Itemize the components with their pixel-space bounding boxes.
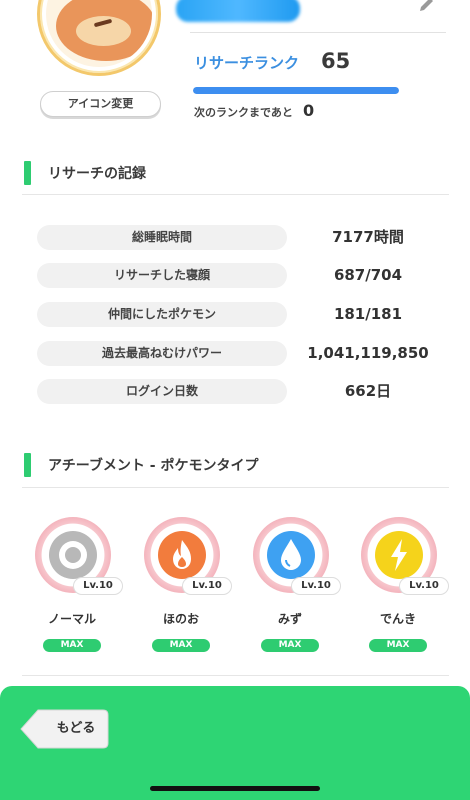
back-button-label: もどる [56,721,96,736]
stat-value: 181/181 [333,305,403,323]
stat-row: リサーチした寝顔 687/704 [37,263,449,288]
badge-level: Lv.10 [73,577,123,595]
player-name-redacted [176,0,300,22]
electric-type-icon [374,530,424,580]
badge-level: Lv.10 [182,577,232,595]
stat-value: 662日 [344,382,392,400]
research-rank-label: リサーチランク [194,54,300,72]
stat-label: 過去最高ねむけパワー [37,341,287,366]
header-divider [190,32,446,33]
stat-row: 仲間にしたポケモン 181/181 [37,302,449,327]
badge-max-tag: MAX [369,639,427,652]
section-divider [22,675,449,676]
home-indicator [150,786,320,791]
fire-type-icon [157,530,207,580]
stat-label: リサーチした寝顔 [37,263,287,288]
rank-progress-fill [193,87,399,94]
badge-name: みず [277,612,302,626]
section-divider [22,194,449,195]
achievement-heading: アチーブメント - ポケモンタイプ [24,453,258,477]
badge-max-tag: MAX [152,639,210,652]
stat-row: ログイン日数 662日 [37,379,449,404]
icon-change-button[interactable]: アイコン変更 [40,91,161,117]
stat-value: 1,041,119,850 [307,344,429,362]
stat-row: 総睡眠時間 7177時間 [37,225,449,250]
water-type-icon [266,530,316,580]
stat-value: 7177時間 [332,228,404,246]
badge-level: Lv.10 [399,577,449,595]
research-rank-value: 65 [321,49,351,73]
stat-label: ログイン日数 [37,379,287,404]
section-divider [22,487,449,488]
next-rank-value: 0 [303,101,315,120]
badge-max-tag: MAX [43,639,101,652]
badge-max-tag: MAX [261,639,319,652]
stat-value: 687/704 [333,266,403,284]
stat-row: 過去最高ねむけパワー 1,041,119,850 [37,341,449,366]
edit-pencil-icon[interactable] [417,0,437,14]
badge-name: ノーマル [47,612,96,626]
badge-name: でんき [379,612,416,626]
research-record-heading: リサーチの記録 [24,161,146,185]
badge-level: Lv.10 [291,577,341,595]
achievement-title: アチーブメント - ポケモンタイプ [48,458,259,474]
avatar-image [46,0,152,67]
next-rank-label: 次のランクまであと [194,106,293,119]
rank-progress-bar [193,87,399,94]
section-accent-bar [24,161,31,185]
stat-label: 総睡眠時間 [37,225,287,250]
badge-name: ほのお [162,612,199,626]
research-record-title: リサーチの記録 [48,166,146,182]
stat-label: 仲間にしたポケモン [37,302,287,327]
back-button[interactable]: もどる [20,709,109,749]
section-accent-bar [24,453,31,477]
profile-avatar [37,0,161,76]
normal-type-icon [48,530,98,580]
